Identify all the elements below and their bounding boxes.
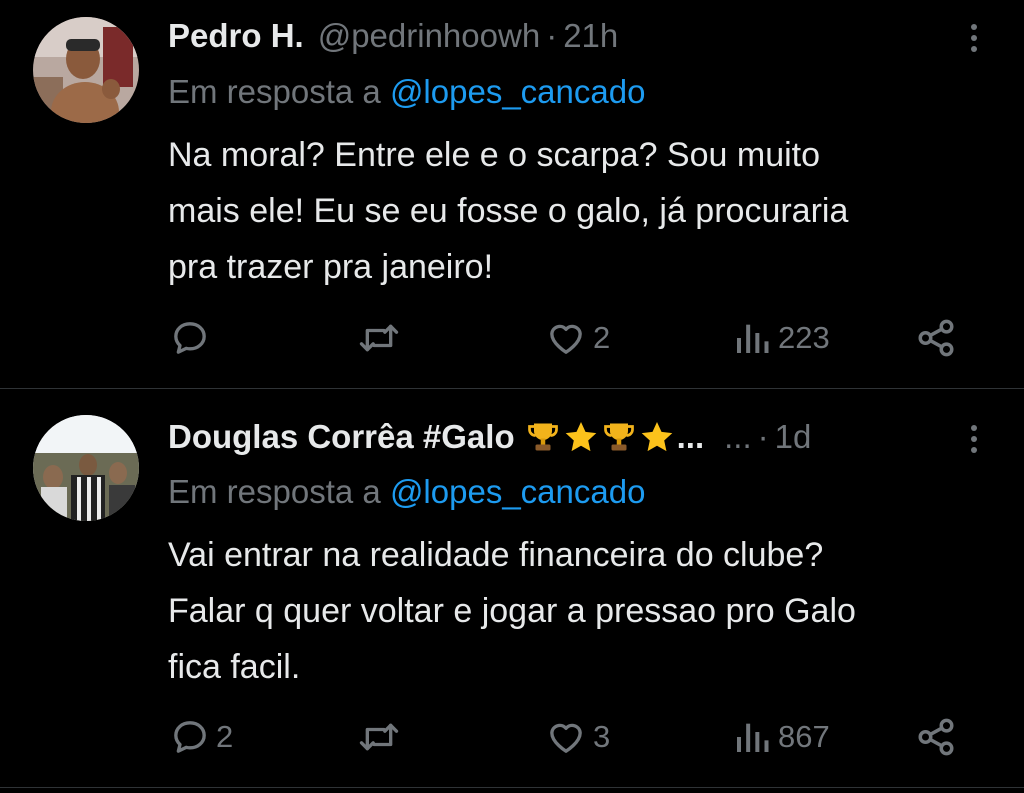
views-icon <box>737 723 769 752</box>
trophy-icon <box>527 423 558 451</box>
share-icon <box>918 718 954 756</box>
separator-dot: · <box>757 418 769 455</box>
reply-context: Em resposta a @lopes_cancado <box>168 473 645 511</box>
views-count: 867 <box>778 719 830 754</box>
tweet-feed: Pedro H. @pedrinhoowh · 21h Em resposta … <box>0 0 1024 793</box>
share-button[interactable] <box>915 712 957 762</box>
tweet-header: Pedro H. @pedrinhoowh · 21h <box>168 16 954 56</box>
avatar[interactable] <box>33 415 139 521</box>
user-handle[interactable]: ... <box>724 418 752 456</box>
tweet-divider <box>0 787 1024 788</box>
more-options-button[interactable] <box>964 419 984 459</box>
reply-button[interactable] <box>170 313 216 363</box>
more-dot-icon <box>971 24 977 30</box>
timestamp[interactable]: 21h <box>563 17 618 55</box>
reply-prefix: Em resposta a <box>168 73 381 110</box>
like-button[interactable]: 2 <box>545 313 610 363</box>
more-dot-icon <box>971 425 977 431</box>
action-bar: 2 223 <box>0 313 1024 363</box>
tweet-item[interactable]: Douglas Corrêa #Galo ... ... · 1d Em res… <box>0 389 1024 787</box>
reply-mention-link[interactable]: @lopes_cancado <box>390 473 646 510</box>
views-button[interactable]: 867 <box>732 712 830 762</box>
timestamp[interactable]: 1d <box>775 418 812 456</box>
views-button[interactable]: 223 <box>732 313 830 363</box>
like-count: 2 <box>593 320 611 355</box>
reply-icon <box>174 322 206 354</box>
more-dot-icon <box>971 46 977 52</box>
reply-button[interactable]: 2 <box>170 712 233 762</box>
reply-context: Em resposta a @lopes_cancado <box>168 73 645 111</box>
user-handle[interactable]: @pedrinhoowh <box>318 17 540 55</box>
share-button[interactable] <box>915 313 957 363</box>
retweet-button[interactable] <box>357 313 407 363</box>
display-name[interactable]: Douglas Corrêa #Galo <box>168 418 515 456</box>
reply-count: 2 <box>216 719 234 754</box>
action-bar: 2 3 867 <box>0 712 1024 762</box>
reply-prefix: Em resposta a <box>168 473 381 510</box>
more-dot-icon <box>971 436 977 442</box>
tweet-item[interactable]: Pedro H. @pedrinhoowh · 21h Em resposta … <box>0 0 1024 388</box>
reply-icon <box>174 721 206 753</box>
heart-icon <box>550 723 582 753</box>
retweet-icon <box>359 324 399 352</box>
display-name[interactable]: Pedro H. <box>168 17 304 55</box>
retweet-button[interactable] <box>357 712 407 762</box>
more-dot-icon <box>971 35 977 41</box>
trophy-icon <box>603 423 634 451</box>
name-emojis <box>525 419 675 455</box>
tweet-header: Douglas Corrêa #Galo ... ... · 1d <box>168 417 954 457</box>
tweet-text: Na moral? Entre ele e o scarpa? Sou muit… <box>168 136 849 286</box>
like-button[interactable]: 3 <box>545 712 610 762</box>
share-icon <box>918 319 954 357</box>
views-count: 223 <box>778 320 830 355</box>
heart-icon <box>550 324 582 354</box>
retweet-icon <box>359 723 399 751</box>
more-dot-icon <box>971 447 977 453</box>
more-options-button[interactable] <box>964 18 984 58</box>
star-icon <box>565 422 596 452</box>
name-truncation: ... <box>676 418 705 455</box>
views-icon <box>737 324 769 353</box>
avatar[interactable] <box>33 17 139 123</box>
reply-mention-link[interactable]: @lopes_cancado <box>390 73 646 110</box>
like-count: 3 <box>593 719 611 754</box>
tweet-text: Vai entrar na realidade financeira do cl… <box>168 536 856 686</box>
star-icon <box>641 422 672 452</box>
separator-dot: · <box>546 17 558 54</box>
